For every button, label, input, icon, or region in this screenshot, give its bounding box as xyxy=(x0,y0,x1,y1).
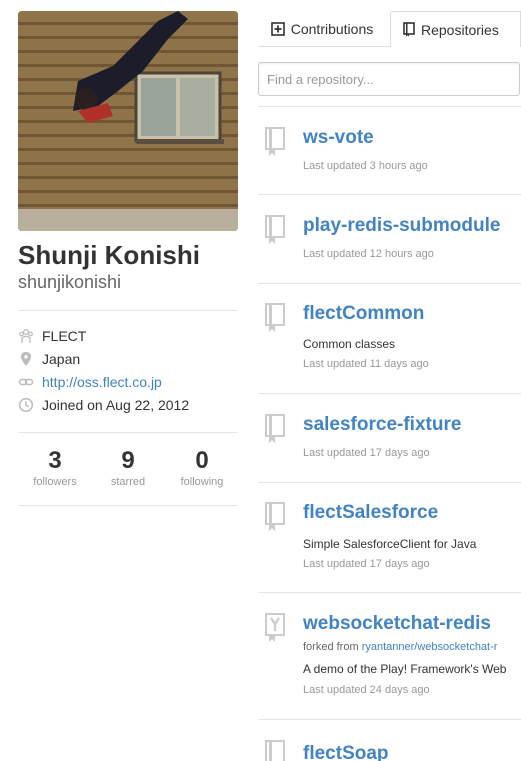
stat-label: starred xyxy=(110,476,146,488)
repo-item: websocketchat-redis forked from ryantann… xyxy=(258,613,521,703)
repo-item: play-redis-submodule Last updated 12 hou… xyxy=(258,215,521,265)
organization-text: FLECT xyxy=(42,328,87,344)
stat-count: 3 xyxy=(48,447,62,474)
divider xyxy=(18,505,238,506)
repo-item: flectSalesforce Simple SalesforceClient … xyxy=(258,502,521,574)
tab-label: Contributions xyxy=(290,21,374,37)
stat-label: following xyxy=(180,476,224,488)
forked-source-link[interactable]: ryantanner/websocketchat-r xyxy=(362,641,498,653)
plus-square-icon xyxy=(270,22,285,36)
repo-updated: Last updated 24 days ago xyxy=(303,684,430,696)
repo-name-link[interactable]: websocketchat-redis xyxy=(303,613,491,635)
repo-description: A demo of the Play! Framework's Web xyxy=(303,662,507,676)
repo-description: Simple SalesforceClient for Java xyxy=(303,537,477,551)
repo-item: ws-vote Last updated 3 hours ago xyxy=(258,127,521,177)
repo-book-icon xyxy=(265,127,285,156)
profile-fullname: Shunji Konishi xyxy=(18,240,200,270)
divider xyxy=(258,482,521,483)
repo-updated: Last updated 17 days ago xyxy=(303,447,430,459)
stat-following[interactable]: 0 following xyxy=(165,447,239,489)
divider xyxy=(258,719,521,720)
repo-updated: Last updated 12 hours ago xyxy=(303,248,434,260)
profile-website: http://oss.flect.co.jp xyxy=(18,372,162,392)
divider xyxy=(258,106,521,107)
repo-book-icon xyxy=(265,414,285,443)
repo-book-icon xyxy=(265,740,285,761)
divider xyxy=(258,283,521,284)
repo-book-icon xyxy=(265,215,285,244)
profile-location: Japan xyxy=(18,349,80,369)
repo-item: flectSoap xyxy=(258,740,521,761)
divider xyxy=(258,393,521,394)
avatar[interactable] xyxy=(18,11,238,231)
repo-name-link[interactable]: play-redis-submodule xyxy=(303,215,500,237)
tab-label: Repositories xyxy=(421,21,499,38)
stat-count: 9 xyxy=(121,447,135,474)
stat-followers[interactable]: 3 followers xyxy=(18,447,92,489)
location-text: Japan xyxy=(42,351,81,367)
repo-search-input[interactable] xyxy=(258,62,520,96)
profile-organization: FLECT xyxy=(18,326,86,346)
profile-stats: 3 followers 9 starred 0 following xyxy=(18,447,238,493)
repo-book-icon xyxy=(265,502,285,531)
avatar-photo xyxy=(18,11,238,231)
divider xyxy=(18,432,238,433)
forked-prefix: forked from xyxy=(303,641,359,653)
repo-updated: Last updated 11 days ago xyxy=(303,358,429,370)
divider xyxy=(258,194,521,195)
tab-repositories[interactable]: Repositories xyxy=(390,11,521,47)
tab-underline xyxy=(258,46,390,47)
stat-count: 0 xyxy=(195,447,209,474)
website-link[interactable]: http://oss.flect.co.jp xyxy=(42,374,162,390)
repo-name-link[interactable]: flectSoap xyxy=(303,743,389,761)
org-icon xyxy=(19,328,33,343)
clock-icon xyxy=(18,397,34,413)
repo-item: flectCommon Common classes Last updated … xyxy=(258,303,521,373)
stat-label: followers xyxy=(33,476,77,488)
profile-joined: Joined on Aug 22, 2012 xyxy=(18,395,189,415)
repo-name-link[interactable]: salesforce-fixture xyxy=(303,414,461,436)
fork-icon xyxy=(265,613,285,642)
tab-contributions[interactable]: Contributions xyxy=(258,11,386,47)
repo-name-link[interactable]: flectCommon xyxy=(303,303,424,325)
repo-description: Common classes xyxy=(303,337,396,351)
repo-name-link[interactable]: ws-vote xyxy=(303,127,374,149)
repo-book-icon xyxy=(265,303,285,332)
divider xyxy=(258,592,521,593)
book-icon xyxy=(403,22,415,37)
joined-text: Joined on Aug 22, 2012 xyxy=(42,397,190,413)
profile-username: shunjikonishi xyxy=(18,272,122,292)
repo-updated: Last updated 17 days ago xyxy=(303,558,430,570)
location-pin-icon xyxy=(21,352,31,366)
stat-starred[interactable]: 9 starred xyxy=(91,447,165,489)
divider xyxy=(18,310,238,311)
link-icon xyxy=(18,378,34,386)
repo-item: salesforce-fixture Last updated 17 days … xyxy=(258,414,521,464)
repo-forked-from: forked from ryantanner/websocketchat-r xyxy=(303,641,497,653)
repo-name-link[interactable]: flectSalesforce xyxy=(303,502,438,524)
repo-updated: Last updated 3 hours ago xyxy=(303,160,428,172)
